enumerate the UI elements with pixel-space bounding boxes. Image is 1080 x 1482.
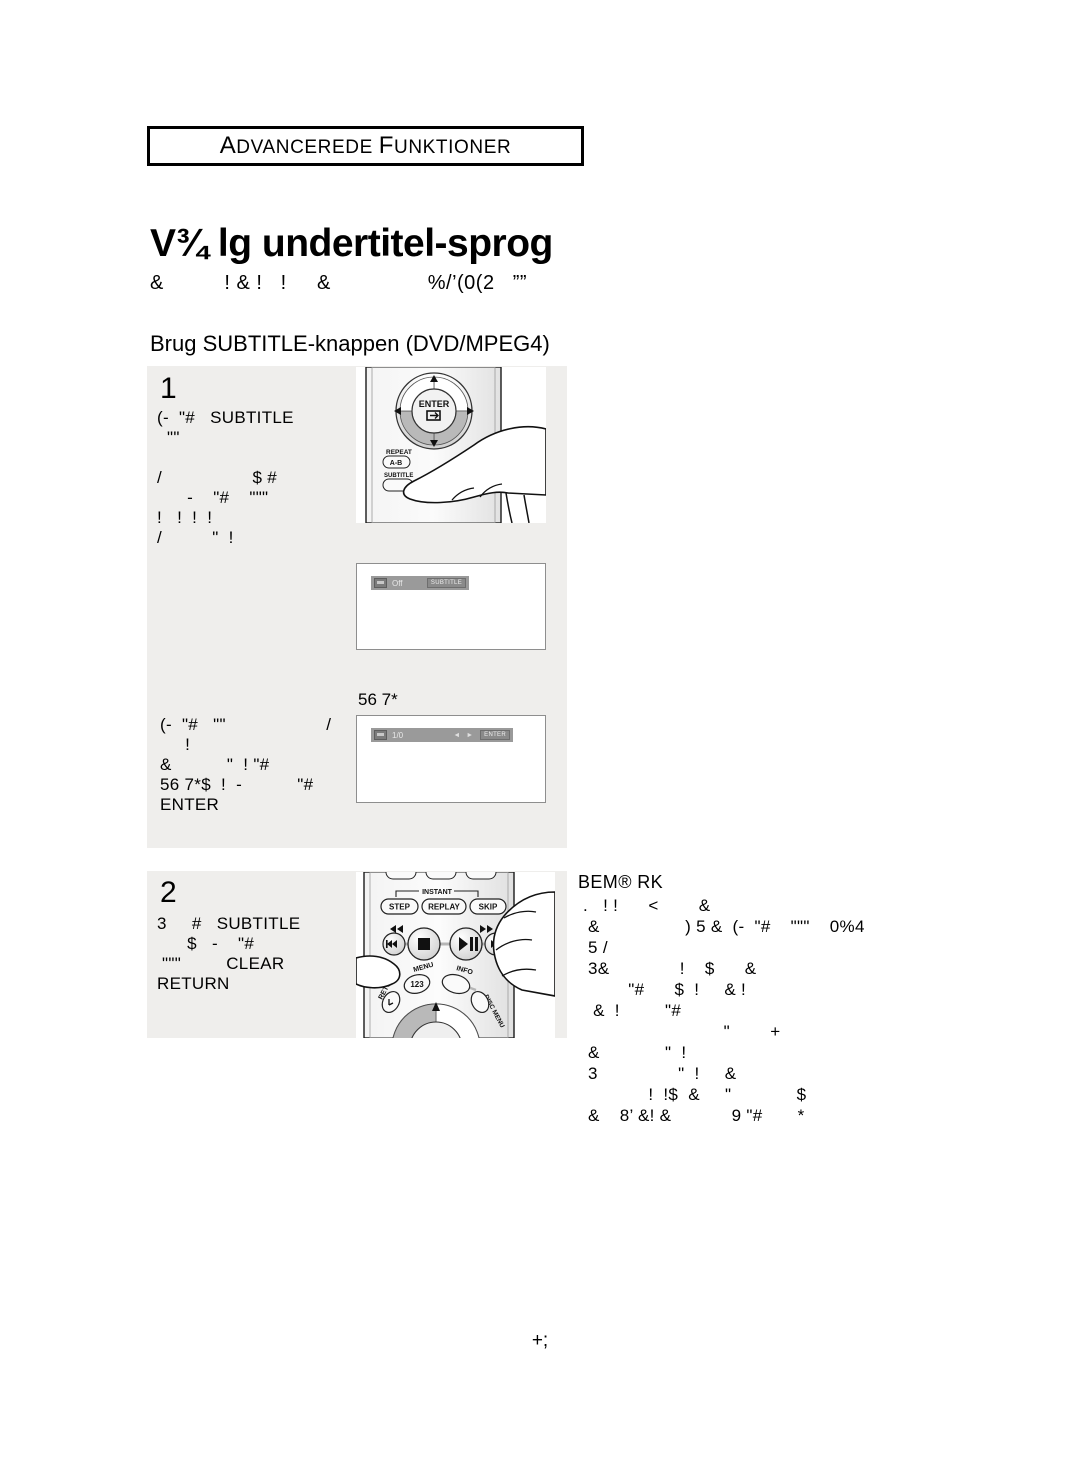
page-header-box: ADVANCEREDE FUNKTIONER [147,126,584,166]
section-heading: Brug SUBTITLE-knappen (DVD/MPEG4) [150,331,550,356]
osd-status-bar: 1/0 ◄ ► ENTER [371,728,513,742]
step-2-number: 2 [160,876,177,909]
step-1-instruction-text-continued: (- "# "" / ! & " ! "# 56 7*$ ! - "# ENTE… [160,715,332,814]
navigation-ring: ENTER [394,372,474,450]
page-number: +; [531,1330,549,1351]
step-1-instruction-text: (- "# SUBTITLE "" / $ # - "# """ ! ! ! !… [157,408,294,547]
step-1-number: 1 [160,372,177,405]
remote-control-illustration-subtitle-button: ENTER REPEAT A-B SUBTITLE [356,367,546,523]
osd-enter-tag: ENTER [480,730,510,740]
svg-text:ENTER: ENTER [419,399,450,409]
svg-text:SKIP: SKIP [479,903,498,912]
svg-text:STEP: STEP [389,903,411,912]
svg-text:A-B: A-B [390,460,402,467]
osd-subtitle-value: Off [392,578,403,588]
osd-left-right-arrows-icon: ◄ ► [453,731,476,739]
svg-text:123: 123 [410,980,424,989]
osd-subtitle-value: 1/0 [392,730,404,740]
note-heading: BEM® RK [578,872,664,892]
top-button-row [385,872,497,880]
step-2-instruction-text: 3 # SUBTITLE $ - "# """ CLEAR RETURN [157,914,301,993]
remote-control-illustration-clear-return: INSTANT STEP REPLAY SKIP MENU 123 INFO D… [356,872,555,1038]
subtitle-osd-icon [374,730,387,740]
svg-text:SUBTITLE: SUBTITLE [384,473,413,479]
subtitle-osd-icon [374,578,387,588]
osd-screen-2-caption: 56 7* [358,690,398,709]
osd-subtitle-tag: SUBTITLE [426,578,466,588]
osd-screen-subtitle-selection: 1/0 ◄ ► ENTER [356,715,546,803]
page-header-title: ADVANCEREDE FUNKTIONER [219,132,512,159]
repeat-ab-button: REPEAT A-B [382,449,412,469]
osd-status-bar: Off SUBTITLE [371,576,469,590]
instant-buttons: STEP REPLAY SKIP [380,898,507,915]
note-body-text: . ! ! < & & ) 5 & (- "# """ 0%4 5 / 3& !… [583,896,865,1125]
svg-text:REPEAT: REPEAT [386,449,412,456]
osd-screen-subtitle-off: Off SUBTITLE [356,563,546,650]
page-title-subtitle: & ! & ! ! & %/’(0(2 ”” [150,272,528,294]
page-title: V¾ lg undertitel-sprog [150,222,553,265]
svg-text:REPLAY: REPLAY [428,903,460,912]
svg-text:INSTANT: INSTANT [422,889,453,896]
